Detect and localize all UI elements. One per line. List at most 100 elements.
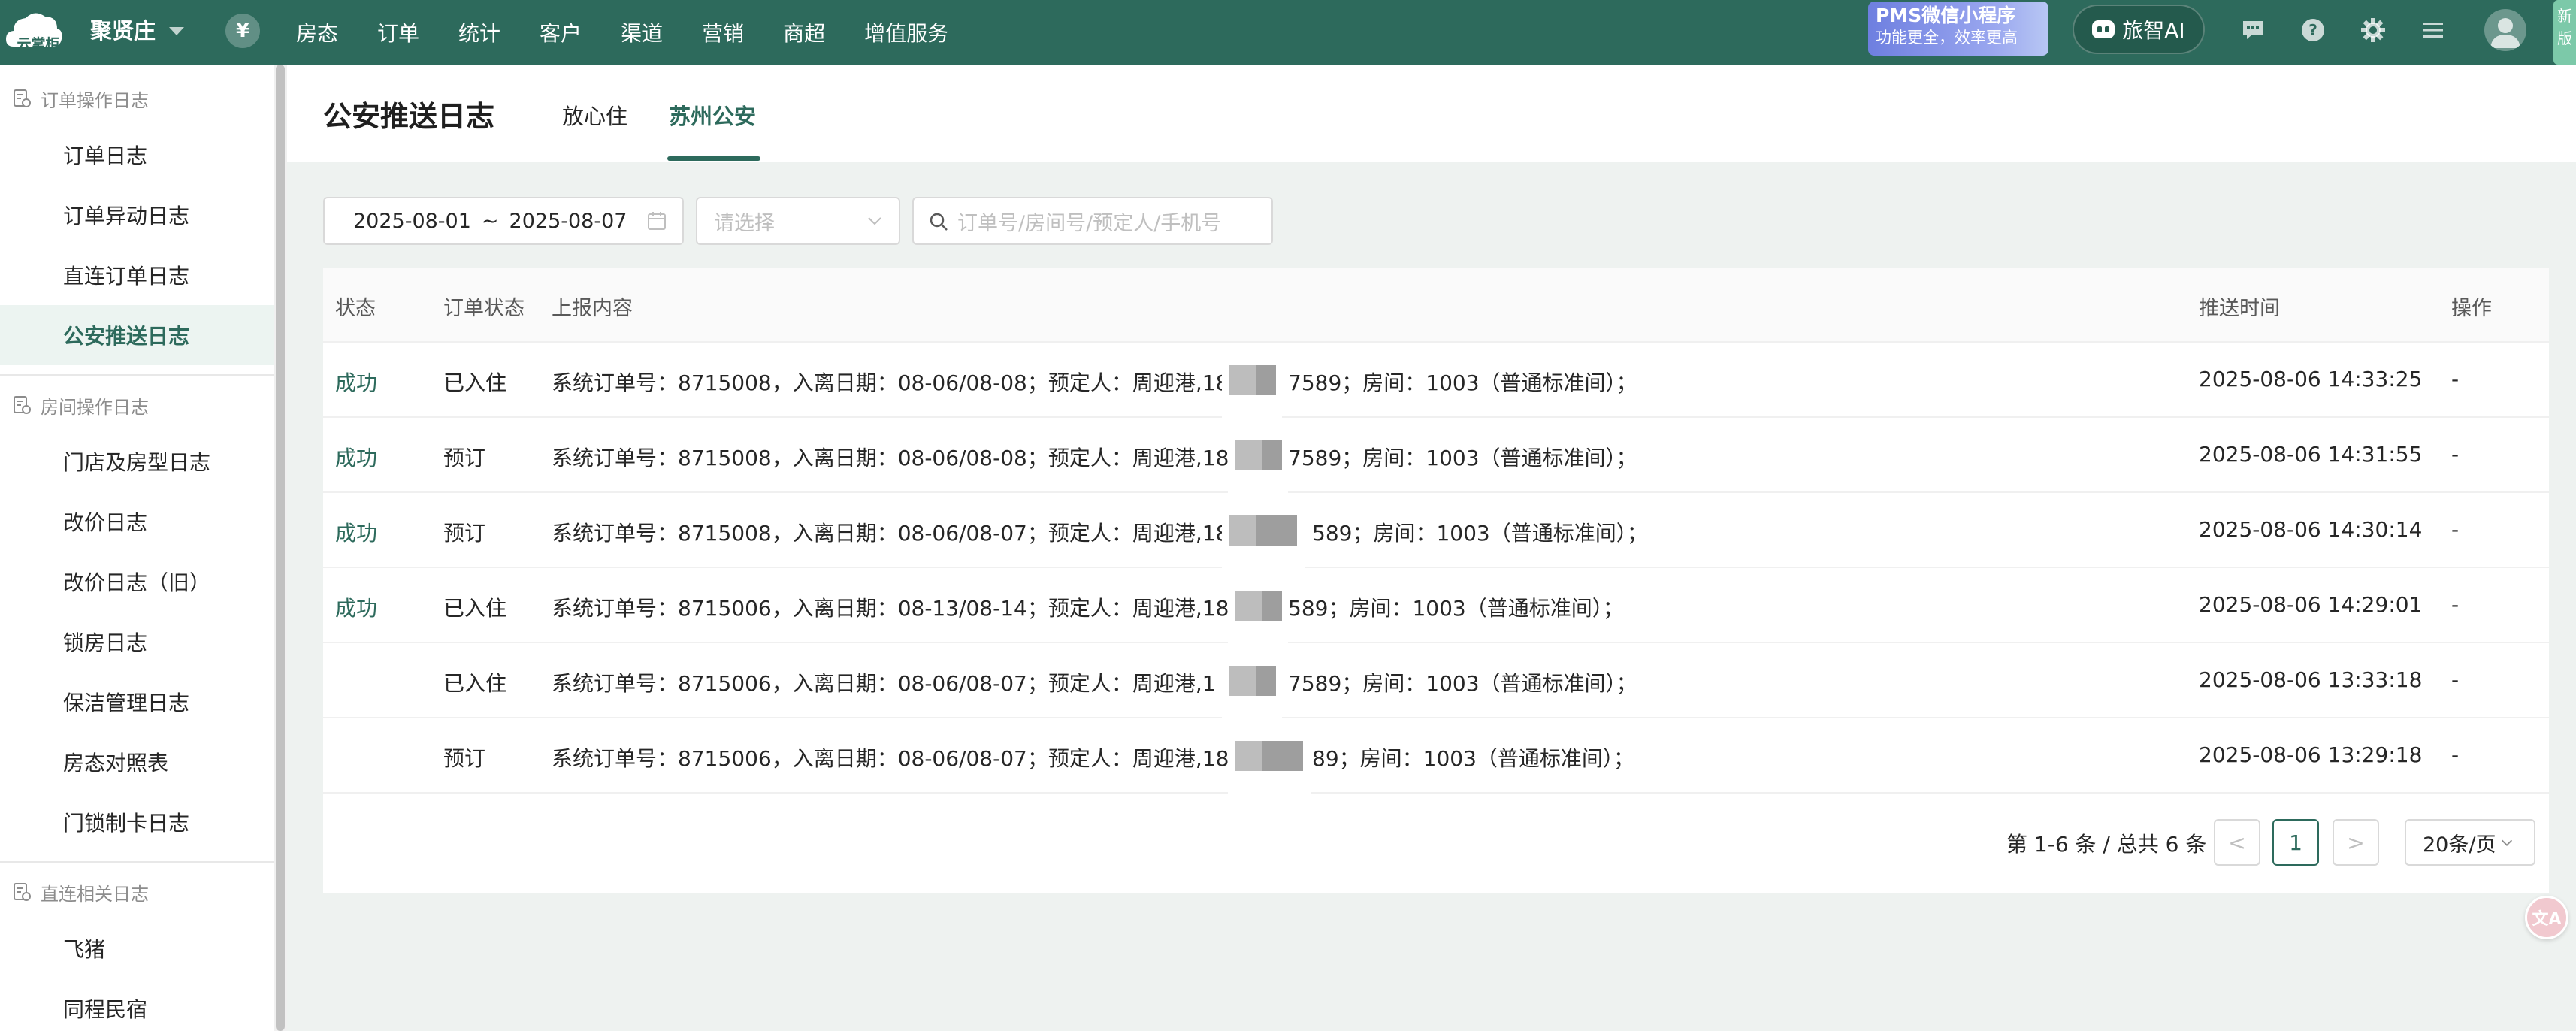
cell-content: 系统订单号：8715008，入离日期：08-06/08-08；预定人：周迎港,1… (552, 446, 1243, 470)
sidebar-divider (0, 861, 274, 863)
sidebar-item-1-1[interactable]: 改价日志 (0, 491, 274, 552)
cell-content-tail: 89；房间：1003（普通标准间）； (1312, 746, 1634, 771)
cell-order-status: 已入住 (443, 370, 507, 395)
nav-item-0[interactable]: 房态 (296, 17, 338, 47)
translate-icon[interactable]: 文A (2525, 896, 2568, 939)
nav-item-5[interactable]: 营销 (702, 17, 744, 47)
page-title: 公安推送日志 (323, 100, 495, 133)
sidebar-item-0-2[interactable]: 直连订单日志 (0, 245, 274, 305)
cell-content: 系统订单号：8715008，入离日期：08-06/08-07；预定人：周迎港,1… (552, 521, 1243, 546)
hotel-switcher[interactable]: 聚贤庄 (90, 14, 185, 45)
cell-content-tail: 589；房间：1003（普通标准间）； (1312, 521, 1648, 546)
tab-fangxinzhu[interactable]: 放心住 (562, 99, 627, 131)
col-content: 上报内容 (552, 297, 633, 320)
scrollbar-thumb[interactable] (276, 65, 285, 1031)
search-icon (930, 213, 948, 231)
cell-push-time: 2025-08-06 14:31:55 (2199, 442, 2423, 467)
sidebar-item-2-0[interactable]: 飞猪 (0, 918, 274, 978)
cell-status: 成功 (335, 521, 378, 546)
cell-content-tail: 7589；房间：1003（普通标准间）； (1288, 671, 1637, 696)
ai-assistant-button[interactable]: 旅智AI (2073, 5, 2205, 54)
cell-order-status: 已入住 (443, 671, 507, 696)
sidebar-group-2: 直连相关日志 (0, 866, 274, 918)
chevron-down-icon (868, 217, 881, 225)
cloud-logo-icon[interactable]: 云掌柜 (5, 8, 63, 57)
sidebar-group-0: 订单操作日志 (0, 72, 274, 125)
page-1-button[interactable]: 1 (2272, 819, 2319, 866)
menu-icon[interactable] (2418, 15, 2448, 45)
chevron-down-icon (2502, 839, 2513, 846)
status-select[interactable]: 请选择 (696, 197, 900, 245)
sidebar-item-1-2[interactable]: 改价日志（旧） (0, 552, 274, 612)
nav-item-4[interactable]: 渠道 (621, 17, 663, 47)
search-placeholder: 订单号/房间号/预定人/手机号 (957, 211, 1222, 235)
nav-item-2[interactable]: 统计 (458, 17, 500, 47)
mini-program-promo[interactable]: PMS微信小程序 功能更全，效率更高 (1868, 2, 2048, 56)
date-range-picker[interactable]: 2025-08-01 ~ 2025-08-07 (323, 197, 684, 245)
privacy-mask (1222, 493, 1305, 568)
sidebar-item-0-0[interactable]: 订单日志 (0, 125, 274, 185)
cell-action: - (2451, 367, 2460, 392)
cell-content-tail: 7589；房间：1003（普通标准间）； (1288, 446, 1637, 470)
cell-order-status: 预订 (443, 446, 486, 470)
cell-content: 系统订单号：8715006，入离日期：08-06/08-07；预定人：周迎港,1… (552, 746, 1229, 771)
table-row: 成功 预订 系统订单号：8715008，入离日期：08-06/08-08；预定人：周… (323, 418, 2549, 493)
table-row: 成功 预订 系统订单号：8715008，入离日期：08-06/08-07；预定人：周… (323, 493, 2549, 568)
sidebar-item-0-1[interactable]: 订单异动日志 (0, 185, 274, 245)
calendar-icon (648, 212, 666, 230)
cell-push-time: 2025-08-06 14:33:25 (2199, 367, 2423, 392)
search-input[interactable]: 订单号/房间号/预定人/手机号 (912, 197, 1273, 245)
gear-icon[interactable] (2358, 15, 2388, 45)
help-icon[interactable]: ? (2298, 15, 2328, 45)
table-header: 状态 订单状态 上报内容 推送时间 操作 (323, 268, 2549, 343)
sidebar-item-2-1[interactable]: 同程民宿 (0, 978, 274, 1031)
col-order-status: 订单状态 (443, 297, 525, 320)
cell-push-time: 2025-08-06 14:30:14 (2199, 517, 2423, 542)
cell-content: 系统订单号：8715008，入离日期：08-06/08-08；预定人：周迎港,1… (552, 370, 1243, 395)
sidebar-item-1-6[interactable]: 门锁制卡日志 (0, 792, 274, 852)
nav-item-6[interactable]: 商超 (783, 17, 825, 47)
sidebar-item-0-3[interactable]: 公安推送日志 (0, 305, 274, 365)
nav-item-3[interactable]: 客户 (540, 17, 582, 47)
sidebar-group-title: 房间操作日志 (41, 396, 149, 418)
cell-push-time: 2025-08-06 13:29:18 (2199, 742, 2423, 767)
sidebar-item-1-5[interactable]: 房态对照表 (0, 732, 274, 792)
nav-item-7[interactable]: 增值服务 (864, 17, 948, 47)
sidebar-item-1-3[interactable]: 锁房日志 (0, 612, 274, 672)
privacy-mask (1222, 643, 1282, 718)
new-version-tab[interactable]: 新版 (2553, 0, 2576, 65)
nav-item-1[interactable]: 订单 (377, 17, 419, 47)
page-size-select[interactable]: 20条/页 (2405, 819, 2535, 866)
cell-content-tail: 7589；房间：1003（普通标准间）； (1288, 370, 1637, 395)
cell-action: - (2451, 592, 2460, 617)
sidebar-group-title: 直连相关日志 (41, 883, 149, 905)
promo-title: PMS微信小程序 (1876, 5, 2016, 26)
sidebar-item-1-0[interactable]: 门店及房型日志 (0, 431, 274, 491)
pagination-summary: 第 1-6 条 / 总共 6 条 (2006, 832, 2207, 857)
hotel-name: 聚贤庄 (90, 18, 156, 44)
yen-icon[interactable]: ¥ (225, 14, 260, 48)
tab-suzhou-police[interactable]: 苏州公安 (669, 99, 756, 131)
next-page-button[interactable]: > (2333, 819, 2379, 866)
privacy-mask (1228, 568, 1288, 643)
sidebar-scrollbar[interactable] (274, 65, 287, 1031)
bot-icon (2092, 20, 2115, 38)
cell-status: 成功 (335, 370, 378, 395)
prev-page-button[interactable]: < (2214, 819, 2260, 866)
tab-active-indicator (667, 156, 760, 161)
date-start: 2025-08-01 (353, 209, 471, 233)
privacy-mask (1222, 343, 1282, 418)
table-row: 已入住 系统订单号：8715006，入离日期：08-06/08-07；预定人：周迎… (323, 643, 2549, 718)
message-icon[interactable] (2238, 15, 2268, 45)
sidebar-group-title: 订单操作日志 (41, 89, 149, 111)
log-file-icon (14, 396, 31, 414)
page-size-label: 20条/页 (2423, 833, 2496, 857)
user-avatar-icon[interactable] (2484, 9, 2526, 51)
cell-order-status: 已入住 (443, 596, 507, 621)
sidebar-item-1-4[interactable]: 保洁管理日志 (0, 672, 274, 732)
log-table: 状态 订单状态 上报内容 推送时间 操作 成功 已入住 系统订单号：8715008，… (323, 268, 2549, 893)
promo-subtitle: 功能更全，效率更高 (1876, 29, 2018, 47)
svg-text:?: ? (2308, 21, 2317, 39)
logo-text: 云掌柜 (17, 36, 60, 53)
sidebar: 订单操作日志订单日志 订单异动日志 直连订单日志 公安推送日志房间操作日志门店及房型日… (0, 65, 274, 1031)
